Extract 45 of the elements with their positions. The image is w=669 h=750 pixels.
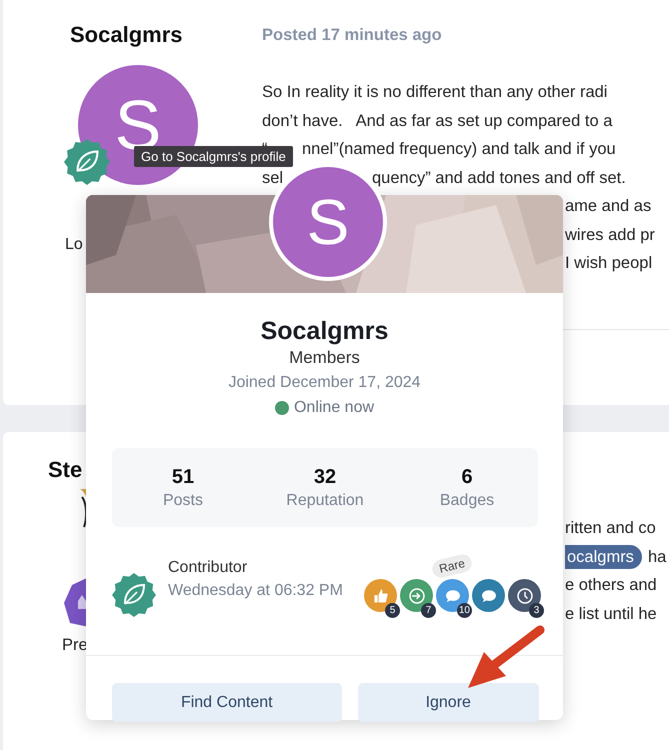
rank-title: Contributor: [168, 558, 248, 578]
badge-count: 7: [421, 603, 436, 618]
stat-label: Posts: [162, 490, 204, 510]
rank-date: Wednesday at 06:32 PM: [168, 581, 344, 601]
stat-label: Reputation: [285, 490, 365, 510]
author-name[interactable]: Socalgmrs: [70, 22, 182, 48]
status-text: Online now: [294, 398, 374, 418]
post-text: e others and: [565, 575, 657, 596]
achievement-badge[interactable]: [436, 579, 469, 612]
tooltip: Go to Socalgmrs's profile: [134, 146, 293, 167]
achievement-badge[interactable]: [508, 579, 541, 612]
clock-icon: [516, 586, 534, 604]
stat-value: 51: [170, 464, 196, 490]
join-date: Joined December 17, 2024: [227, 373, 422, 393]
stat-label: Badges: [438, 490, 496, 510]
action-button[interactable]: Find Content: [112, 683, 342, 722]
post-text: I wish peopl: [565, 253, 652, 274]
author-name[interactable]: Ste: [48, 457, 82, 483]
profile-field: Pre: [62, 633, 88, 657]
stat-value: 6: [460, 464, 474, 490]
user-mention[interactable]: ocalgmrs: [565, 544, 642, 568]
user-name: Socalgmrs: [260, 316, 390, 346]
badge-count: 10: [456, 603, 472, 618]
achievement-badge[interactable]: [364, 579, 397, 612]
profile-field: Lo: [65, 233, 83, 257]
post-text: ha: [648, 546, 666, 568]
sign-in-icon: [408, 586, 426, 604]
post-date: Posted 17 minutes ago: [262, 25, 442, 46]
achievement-badge[interactable]: [400, 579, 433, 612]
post-text: wires add pr: [565, 224, 655, 246]
stat-value: 32: [312, 464, 338, 490]
post-text: don’t have. And as far as set up compared to a: [262, 110, 612, 132]
rarity-tag: Rare: [430, 552, 474, 580]
thumbs-up-icon: [372, 586, 390, 604]
post-text: So In reality it is no different than any other radi: [262, 82, 608, 103]
user-group: Members: [86, 346, 563, 370]
leaf-badge-icon: [64, 139, 110, 185]
action-button[interactable]: Ignore: [358, 683, 539, 722]
post-text: e list until he: [565, 604, 657, 624]
post-text: ame and as: [565, 196, 652, 217]
post-text: ritten and co: [565, 518, 656, 539]
post-text: nnel”(named frequency) and talk and if you: [302, 139, 616, 160]
leaf-badge-icon: [112, 573, 156, 617]
badge-count: 3: [529, 603, 544, 618]
badge-count: 5: [385, 603, 400, 618]
